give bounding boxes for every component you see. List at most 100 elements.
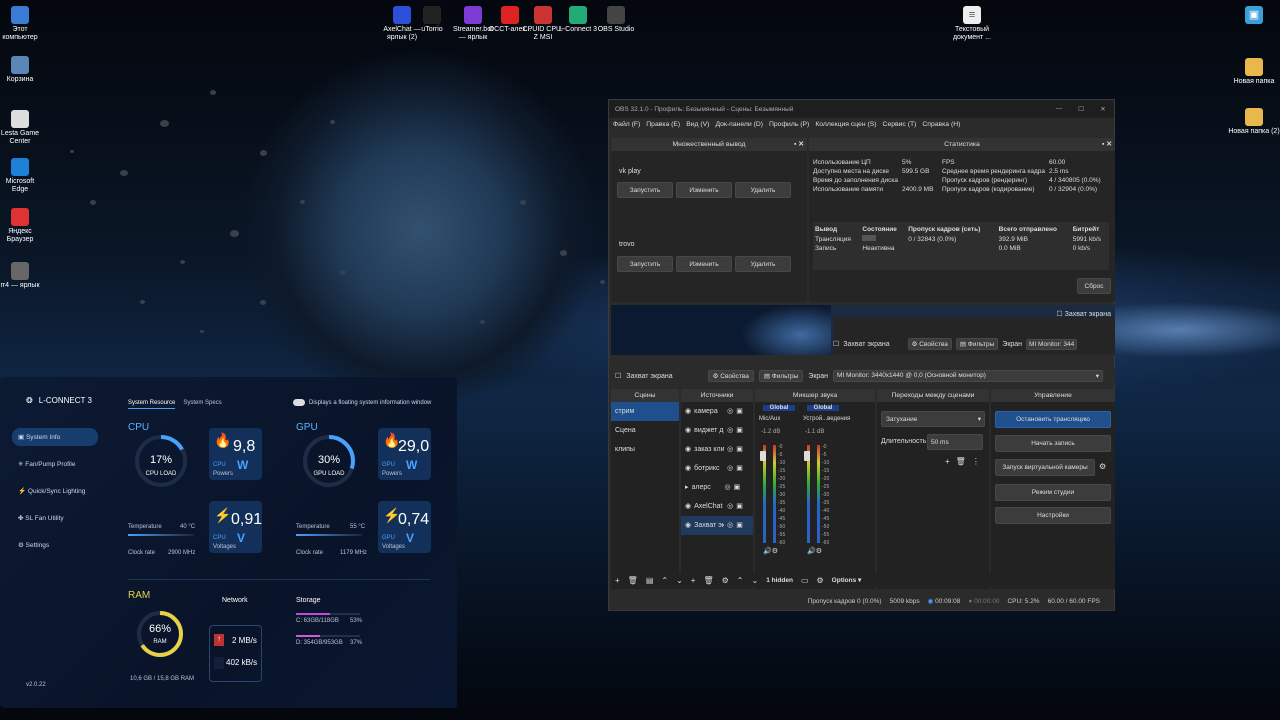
menu-item[interactable]: Файл (F) <box>613 121 640 128</box>
menu-item[interactable]: Справка (H) <box>922 121 960 128</box>
desktop-icon-folder2[interactable]: Новая папка (2) <box>1226 108 1280 136</box>
lock-icon[interactable]: ▣ <box>734 478 741 497</box>
properties-button[interactable]: ⚙ Свойства <box>907 338 952 350</box>
filters-button[interactable]: ▤ Фильтры <box>758 370 804 382</box>
eye-icon[interactable]: ◎ <box>727 497 733 516</box>
layout-icon[interactable]: ▭ <box>801 576 809 585</box>
eye-icon[interactable]: ◎ <box>727 402 733 421</box>
lock-icon[interactable]: ▣ <box>736 459 743 478</box>
control-button[interactable]: Режим студии <box>995 484 1111 501</box>
source-item[interactable]: ◉ камера ◎ ▣ <box>681 402 753 421</box>
nav-item[interactable]: ⚡ Quick/Sync Lighting <box>12 482 98 500</box>
lock-icon[interactable]: ▣ <box>736 421 743 440</box>
tab-system-specs[interactable]: System Specs <box>183 400 221 409</box>
nav-item[interactable]: ⚙ Settings <box>12 536 98 554</box>
lock-icon[interactable]: ▣ <box>736 516 743 535</box>
source-item[interactable]: ◉ виджет д ◎ ▣ <box>681 421 753 440</box>
speaker-icon[interactable]: 🔊⚙ <box>807 547 822 555</box>
minimize-icon[interactable]: — <box>1048 105 1070 113</box>
down-icon[interactable]: ⌄ <box>752 576 759 585</box>
edit-button[interactable]: Изменить <box>676 182 732 198</box>
close-dock-icon[interactable]: ▪ ✕ <box>794 138 804 151</box>
floating-toggle[interactable] <box>293 399 305 406</box>
scene-item[interactable]: клипы <box>611 440 679 459</box>
tab-system-resource[interactable]: System Resource <box>128 400 176 409</box>
scene-item[interactable]: Сцена <box>611 421 679 440</box>
menu-item[interactable]: Профиль (P) <box>769 121 809 128</box>
more-icon[interactable]: ⋮ <box>972 457 980 466</box>
delete-icon[interactable]: 🗑 <box>628 576 638 585</box>
eye-icon[interactable]: ◎ <box>727 516 733 535</box>
volume-slider[interactable] <box>760 451 766 461</box>
up-icon[interactable]: ⌃ <box>661 576 668 585</box>
desktop-icon-app[interactable]: ▣ <box>1226 6 1280 26</box>
eye-icon[interactable]: ◎ <box>727 421 733 440</box>
add-icon[interactable]: + <box>945 457 950 466</box>
eye-icon[interactable]: ◎ <box>725 478 731 497</box>
delete-button[interactable]: Удалить <box>735 256 791 272</box>
desktop-icon[interactable]: Этот компьютер <box>0 6 40 42</box>
control-button[interactable]: Остановить трансляцию <box>995 411 1111 428</box>
lock-icon[interactable]: ▣ <box>736 440 743 459</box>
source-item[interactable]: ◉ AxelChat ◎ ▣ <box>681 497 753 516</box>
down-icon[interactable]: ⌄ <box>676 576 683 585</box>
source-checkbox-icon[interactable]: ☐ <box>833 340 839 348</box>
speaker-icon[interactable]: 🔊⚙ <box>763 547 778 555</box>
start-button[interactable]: Запустить <box>617 256 673 272</box>
desktop-icon[interactable]: rr4 — ярлык <box>0 262 40 290</box>
channel-name[interactable]: Mic/Aux <box>759 416 780 422</box>
gear-icon[interactable]: ⚙ <box>722 576 729 585</box>
volume-slider[interactable] <box>804 451 810 461</box>
control-button[interactable]: Запуск виртуальной камеры <box>995 459 1095 476</box>
screen-select[interactable]: MI Monitor: 344 <box>1026 338 1078 350</box>
scene-item[interactable]: стрим <box>611 402 679 421</box>
close-dock-icon[interactable]: ▪ ✕ <box>1102 138 1112 151</box>
menu-item[interactable]: Правка (E) <box>646 121 680 128</box>
control-button[interactable]: Начать запись <box>995 435 1111 452</box>
lock-icon[interactable]: ▣ <box>736 497 743 516</box>
eye-icon[interactable]: ◎ <box>727 459 733 478</box>
desktop-icon[interactable]: Корзина <box>0 56 40 84</box>
start-button[interactable]: Запустить <box>617 182 673 198</box>
filter-icon[interactable]: ▤ <box>646 576 654 585</box>
menu-item[interactable]: Сервис (T) <box>883 121 917 128</box>
source-item[interactable]: ◉ Захват эк ◎ ▣ <box>681 516 753 535</box>
screen-select[interactable]: MI Monitor: 3440x1440 @ 0,0 (Основной мо… <box>833 370 1104 382</box>
add-icon[interactable]: + <box>691 576 696 585</box>
nav-item[interactable]: ▣ System Info <box>12 428 98 446</box>
filters-button[interactable]: ▤ Фильтры <box>955 338 999 350</box>
reset-button[interactable]: Сброс <box>1077 278 1111 294</box>
edit-button[interactable]: Изменить <box>676 256 732 272</box>
source-item[interactable]: ◉ заказ кли ◎ ▣ <box>681 440 753 459</box>
lock-icon[interactable]: ▣ <box>736 402 743 421</box>
nav-item[interactable]: ✳ Fan/Pump Profile <box>12 455 98 473</box>
desktop-icon[interactable]: Lesta Game Center <box>0 110 40 146</box>
gear-icon[interactable]: ⚙ <box>1099 462 1106 471</box>
close-icon[interactable]: ✕ <box>1092 105 1114 113</box>
source-item[interactable]: ▸ алерс ◎ ▣ <box>681 478 753 497</box>
add-icon[interactable]: + <box>615 576 620 585</box>
delete-button[interactable]: Удалить <box>735 182 791 198</box>
channel-name[interactable]: Устрой...ведения <box>803 416 850 422</box>
desktop-icon-text-doc[interactable]: ≡ Текстовый документ ... <box>944 6 1000 42</box>
desktop-icon[interactable]: OBS Studio <box>594 6 638 34</box>
hidden-count[interactable]: 1 hidden <box>766 577 793 584</box>
transition-select[interactable]: Затухание ▾ <box>881 411 985 427</box>
delete-icon[interactable]: 🗑 <box>956 457 966 466</box>
properties-button[interactable]: ⚙ Свойства <box>707 370 754 382</box>
delete-icon[interactable]: 🗑 <box>703 576 713 585</box>
desktop-icon[interactable]: Microsoft Edge <box>0 158 40 194</box>
control-button[interactable]: Настройки <box>995 507 1111 524</box>
nav-item[interactable]: ✤ SL Fan Utility <box>12 509 98 527</box>
source-checkbox-icon[interactable]: ☐ <box>615 372 621 380</box>
desktop-icon[interactable]: Яндекс Браузер <box>0 208 40 244</box>
desktop-icon-folder1[interactable]: Новая папка <box>1226 58 1280 86</box>
options-button[interactable]: Options ▾ <box>832 576 862 584</box>
gear-icon[interactable]: ⚙ <box>817 576 824 585</box>
menu-item[interactable]: Вид (V) <box>686 121 709 128</box>
duration-input[interactable]: 50 ms <box>927 434 983 450</box>
desktop-icon[interactable]: uTorrio <box>410 6 454 34</box>
maximize-icon[interactable]: ☐ <box>1070 105 1092 113</box>
preview-area[interactable]: ☐ Захват экрана ☐ Захват экрана ⚙ Свойств… <box>611 305 1115 355</box>
menu-item[interactable]: Коллекция сцен (S) <box>815 121 876 128</box>
